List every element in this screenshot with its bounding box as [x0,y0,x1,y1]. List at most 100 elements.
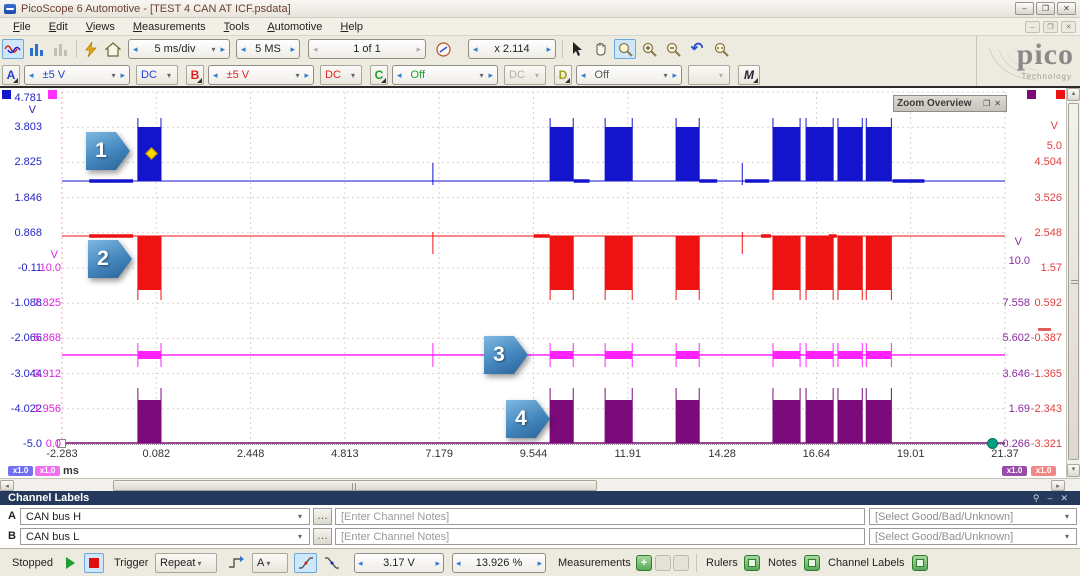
persistence-view-button[interactable] [50,39,72,59]
channel-a-range-prev-arrow[interactable]: ◂ [26,70,37,81]
menu-edit[interactable]: Edit [40,19,77,35]
vertical-scrollbar[interactable]: ▴ ▾ [1066,88,1080,478]
row-b-label-dropdown[interactable]: CAN bus L ▾ [20,528,310,545]
zoom-overview-close-icon[interactable]: ✕ [992,99,1003,108]
zoom-factor-control[interactable]: ◂ x 2.114 ▸ [468,39,556,59]
zoom-overview-restore-icon[interactable]: ❐ [981,99,992,108]
start-capture-icon[interactable] [66,557,75,569]
timebase-next-arrow[interactable]: ▸ [217,44,228,55]
normal-selection-tool-button[interactable] [566,39,588,59]
channel-b-ground-marker[interactable] [1038,328,1051,331]
home-button[interactable] [102,39,124,59]
menu-file[interactable]: File [4,19,40,35]
zoom-factor-prev-arrow[interactable]: ◂ [470,44,481,55]
zoom-in-tool-button[interactable] [638,39,660,59]
channel-c-range-prev-arrow[interactable]: ◂ [394,70,405,81]
menu-automotive[interactable]: Automotive [258,19,331,35]
channel-c-range-control[interactable]: ◂ Off ▾ ▸ [392,65,498,85]
waveform-area[interactable]: x1.0 x1.0 ms x1.0 x1.0 1 2 3 4 Zoom Over… [0,88,1080,478]
channel-c-range-dropdown-arrow[interactable]: ▾ [477,71,485,80]
rising-edge-button[interactable] [294,553,317,573]
channel-d-range-prev-arrow[interactable]: ◂ [578,70,589,81]
zoom-box-tool-button[interactable] [614,39,636,59]
menu-measurements[interactable]: Measurements [124,19,215,35]
channel-d-options-button[interactable]: D [554,65,572,85]
scroll-down-icon[interactable]: ▾ [1067,464,1080,477]
row-a-rating-dropdown[interactable]: [Select Good/Bad/Unknown] ▾ [869,508,1077,525]
menu-tools[interactable]: Tools [215,19,259,35]
scale-badge-red[interactable]: x1.0 [1031,466,1056,476]
math-channels-button[interactable]: M [738,65,760,85]
row-b-label-dropdown-arrow[interactable]: ▾ [296,532,304,541]
buffer-navigation-control[interactable]: ◂ 1 of 1 ▸ [308,39,426,59]
channel-d-range-next-arrow[interactable]: ▸ [669,70,680,81]
row-b-rating-dropdown[interactable]: [Select Good/Bad/Unknown] ▾ [869,528,1077,545]
channel-a-options-button[interactable]: A [2,65,20,85]
channel-a-coupling-dropdown[interactable]: DC ▾ [136,65,178,85]
scale-badge-blue[interactable]: x1.0 [8,466,33,476]
channel-b-range-dropdown-arrow[interactable]: ▾ [293,71,301,80]
channel-a-scale-marker[interactable] [2,90,11,99]
row-b-more-button[interactable]: … [313,528,332,545]
vertical-scrollbar-thumb[interactable] [1068,103,1079,460]
row-b-rating-dropdown-arrow[interactable]: ▾ [1063,532,1071,541]
channel-b-range-control[interactable]: ◂ ±5 V ▾ ▸ [208,65,314,85]
scroll-up-icon[interactable]: ▴ [1067,88,1080,101]
document-minimize-button[interactable]: – [1025,21,1040,33]
pin-icon[interactable]: ⚲ [1029,493,1044,504]
channel-c-coupling-dropdown[interactable]: DC ▾ [504,65,546,85]
channel-labels-header[interactable]: Channel Labels ⚲ – ✕ [0,491,1080,505]
menu-views[interactable]: Views [77,19,124,35]
sample-count-control[interactable]: ◂ 5 MS ▸ [236,39,300,59]
hand-tool-button[interactable] [590,39,612,59]
timebase-prev-arrow[interactable]: ◂ [130,44,141,55]
scope-view-button[interactable] [2,39,24,59]
purple-scale-marker[interactable] [1027,90,1036,99]
zoom-overview-window[interactable]: Zoom Overview ❐ ✕ [893,95,1007,112]
advanced-trigger-button[interactable] [224,553,247,573]
document-close-button[interactable]: ✕ [1061,21,1076,33]
panel-minimize-icon[interactable]: – [1043,493,1056,503]
edit-measurement-button[interactable] [655,555,671,571]
menu-help[interactable]: Help [331,19,372,35]
panel-close-icon[interactable]: ✕ [1056,493,1072,504]
channel-a-range-dropdown-arrow[interactable]: ▾ [109,71,117,80]
trigger-mode-arrow[interactable]: ▾ [195,559,203,568]
channel-d-range-control[interactable]: ◂ Off ▾ ▸ [576,65,682,85]
row-a-label-dropdown-arrow[interactable]: ▾ [296,512,304,521]
pre-trigger-next-arrow[interactable]: ▸ [534,558,545,569]
buffer-overview-button[interactable] [432,39,454,59]
channel-b-range-next-arrow[interactable]: ▸ [301,70,312,81]
notes-button[interactable] [804,555,820,571]
scroll-left-icon[interactable]: ◂ [0,480,14,491]
horizontal-scrollbar[interactable]: ◂ ▸ [0,478,1080,491]
channel-a-range-control[interactable]: ◂ ±5 V ▾ ▸ [24,65,130,85]
falling-edge-button[interactable] [320,553,343,573]
zoom-out-tool-button[interactable] [662,39,684,59]
scroll-right-icon[interactable]: ▸ [1051,480,1065,491]
trigger-level-prev-arrow[interactable]: ◂ [355,558,366,569]
channel-b-coupling-dropdown[interactable]: DC ▾ [320,65,362,85]
timebase-control[interactable]: ◂ 5 ms/div ▾ ▸ [128,39,230,59]
row-b-notes-input[interactable] [335,528,865,545]
row-a-notes-input[interactable] [335,508,865,525]
buffer-prev-arrow[interactable]: ◂ [310,44,321,55]
channel-labels-button[interactable] [912,555,928,571]
auto-setup-button[interactable] [80,39,102,59]
undo-zoom-button[interactable]: ↶ [686,39,708,59]
row-a-rating-dropdown-arrow[interactable]: ▾ [1063,512,1071,521]
trigger-mode-dropdown[interactable]: Repeat ▾ [155,553,217,573]
samples-prev-arrow[interactable]: ◂ [238,44,249,55]
channel-c-range-next-arrow[interactable]: ▸ [485,70,496,81]
add-measurement-button[interactable]: + [636,555,652,571]
row-a-label-dropdown[interactable]: CAN bus H ▾ [20,508,310,525]
rulers-button[interactable] [744,555,760,571]
trigger-source-dropdown[interactable]: A ▾ [252,553,288,573]
channel-d-coupling-dropdown[interactable]: ▾ [688,65,730,85]
row-a-more-button[interactable]: … [313,508,332,525]
channel-b-scale-marker[interactable] [1056,90,1065,99]
channel-b-options-button[interactable]: B [186,65,204,85]
channel-d-range-dropdown-arrow[interactable]: ▾ [661,71,669,80]
zoom-full-button[interactable] [710,39,732,59]
delete-measurement-button[interactable] [673,555,689,571]
